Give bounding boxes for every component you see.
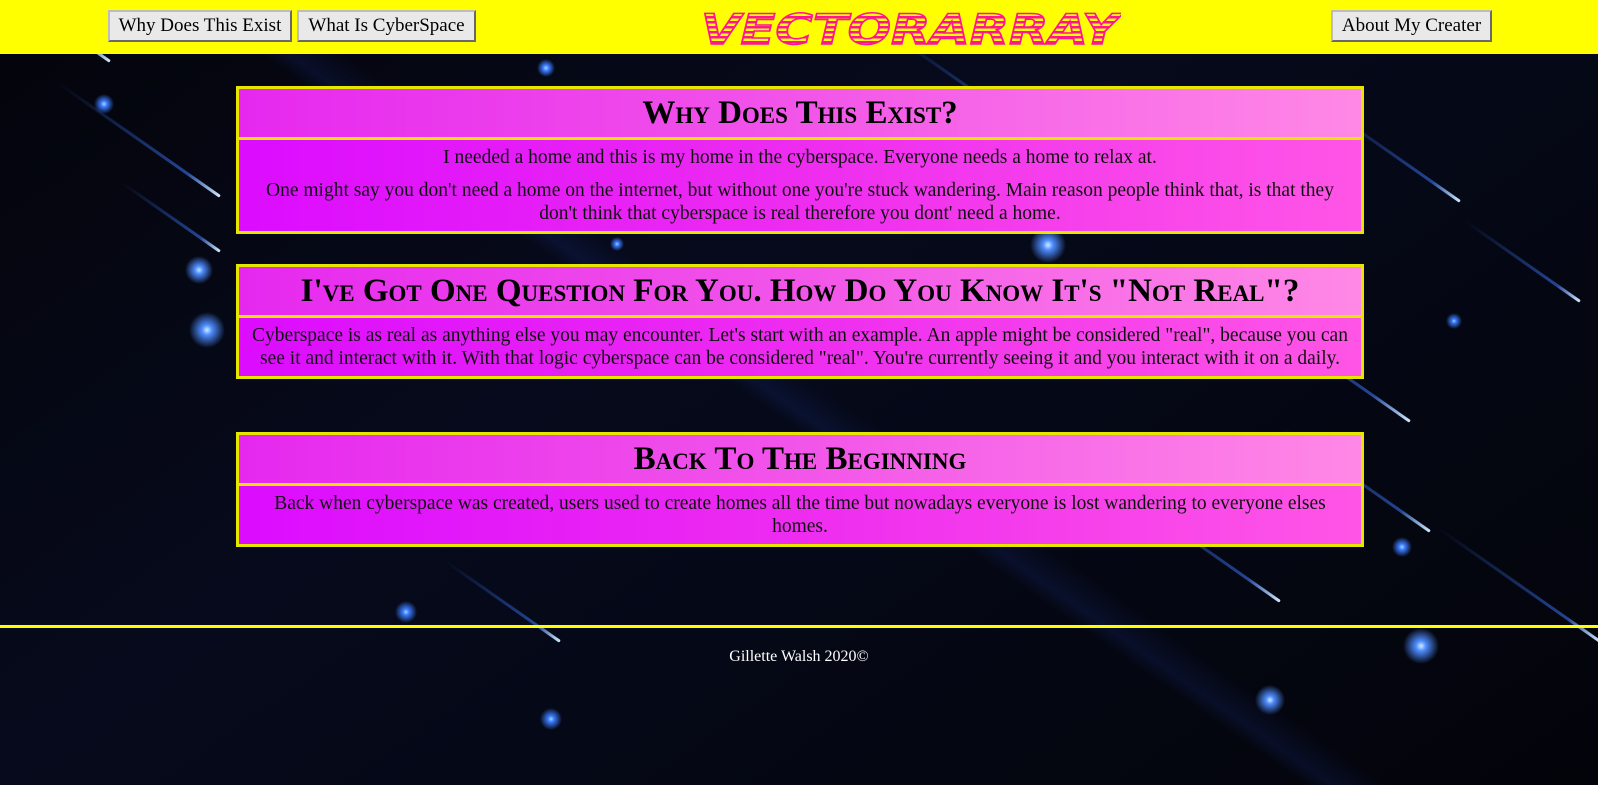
section-heading: I've Got One Question For You. How Do Yo…: [239, 267, 1361, 318]
meteor-streak: [120, 181, 221, 253]
section-heading: Back To The Beginning: [239, 435, 1361, 486]
section-body: I needed a home and this is my home in t…: [239, 140, 1361, 231]
meteor-streak: [1464, 219, 1581, 303]
footer-divider: [0, 625, 1598, 628]
section-paragraph: I needed a home and this is my home in t…: [443, 147, 1157, 168]
nav-button-about-my-creater[interactable]: About My Creater: [1331, 10, 1492, 42]
top-nav-bar: Why Does This Exist What Is CyberSpace V…: [0, 0, 1598, 54]
section-heading: Why Does This Exist?: [239, 89, 1361, 140]
section-paragraph: Cyberspace is as real as anything else y…: [252, 325, 1348, 369]
section-paragraph: Back when cyberspace was created, users …: [274, 493, 1326, 537]
section-card-beginning: Back To The Beginning Back when cyberspa…: [236, 432, 1364, 547]
section-paragraph: One might say you don't need a home on t…: [266, 180, 1334, 224]
site-logo[interactable]: VECTORARRAY: [699, 6, 1121, 50]
meteor-streak: [55, 80, 221, 198]
section-body: Back when cyberspace was created, users …: [239, 486, 1361, 544]
nav-button-why-does-this-exist[interactable]: Why Does This Exist: [108, 10, 292, 42]
meteor-streak: [444, 559, 561, 643]
logo-text: VECTORARRAY: [701, 6, 1121, 50]
section-body: Cyberspace is as real as anything else y…: [239, 318, 1361, 376]
section-card-why-exist: Why Does This Exist? I needed a home and…: [236, 86, 1364, 234]
footer-copyright: Gillette Walsh 2020©: [729, 648, 869, 665]
nav-button-what-is-cyberspace[interactable]: What Is CyberSpace: [297, 10, 476, 42]
section-card-not-real: I've Got One Question For You. How Do Yo…: [236, 264, 1364, 379]
